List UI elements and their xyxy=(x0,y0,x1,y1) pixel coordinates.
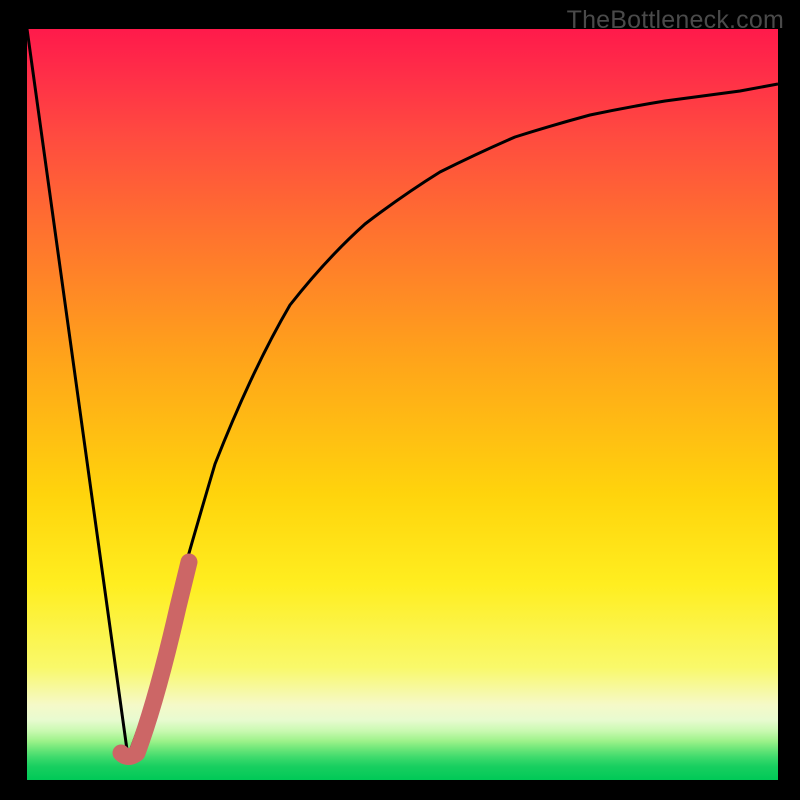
plot-area xyxy=(27,29,778,780)
left-line xyxy=(27,29,128,757)
curve-layer xyxy=(27,29,778,780)
chart-frame: TheBottleneck.com xyxy=(0,0,800,800)
highlight-segment xyxy=(121,562,189,757)
right-curve xyxy=(128,84,778,757)
